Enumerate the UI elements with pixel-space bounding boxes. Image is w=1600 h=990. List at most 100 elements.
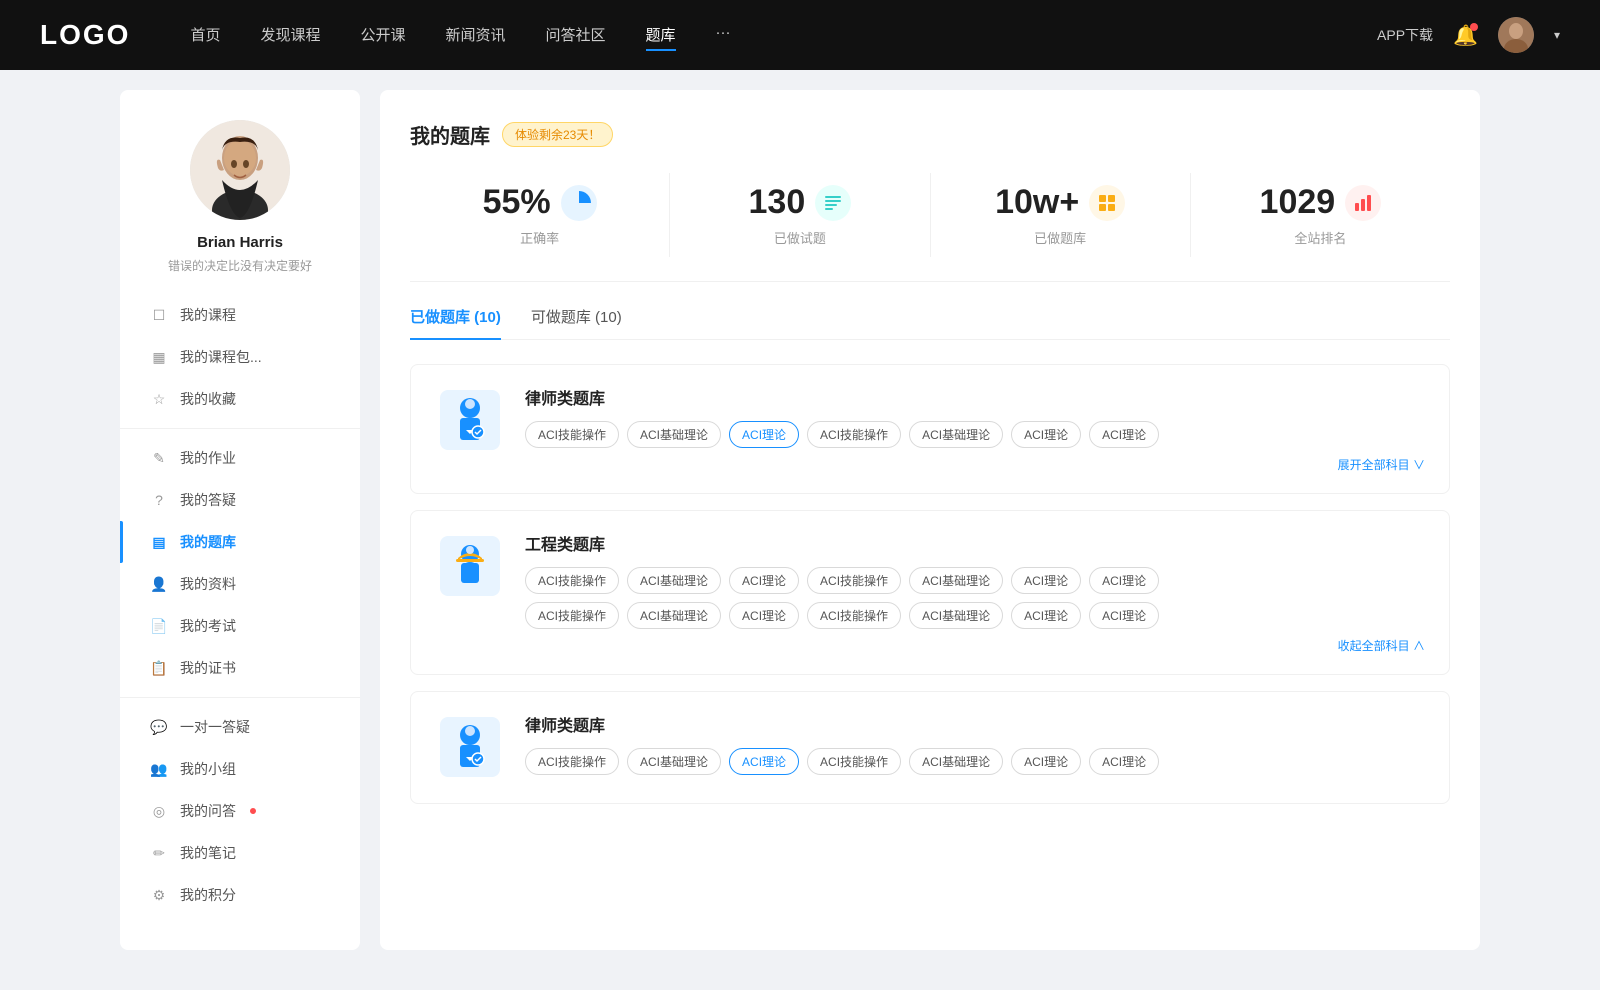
qbank-title-engineer: 工程类题库	[525, 531, 1425, 555]
ranking-icon	[1345, 185, 1381, 221]
sidebar-item-answers[interactable]: ◎ 我的问答	[120, 790, 360, 832]
tag-item[interactable]: ACI技能操作	[525, 748, 619, 775]
sidebar-menu: ☐ 我的课程 ▦ 我的课程包... ☆ 我的收藏 ✎ 我的作业 ? 我的答疑 ▤	[120, 294, 360, 916]
tag-item[interactable]: ACI理论	[1089, 602, 1159, 629]
ranking-value: 1029	[1260, 183, 1336, 222]
top-navigation: LOGO 首页 发现课程 公开课 新闻资讯 问答社区 题库 ··· APP下载 …	[0, 0, 1600, 70]
qbank-icon-engineer	[435, 531, 505, 601]
star-icon: ☆	[150, 390, 168, 408]
trial-badge: 体验剩余23天！	[502, 122, 613, 147]
user-avatar-nav[interactable]	[1498, 17, 1534, 53]
tag-item[interactable]: ACI技能操作	[807, 602, 901, 629]
sidebar-item-course-pkg[interactable]: ▦ 我的课程包...	[120, 336, 360, 378]
sidebar-item-group[interactable]: 👥 我的小组	[120, 748, 360, 790]
stat-accuracy: 55% 正确率	[410, 173, 670, 257]
tag-item[interactable]: ACI技能操作	[525, 602, 619, 629]
main-layout: Brian Harris 错误的决定比没有决定要好 ☐ 我的课程 ▦ 我的课程包…	[100, 70, 1500, 950]
tag-item[interactable]: ACI理论	[1011, 421, 1081, 448]
lawyer-icon-2	[440, 717, 500, 777]
notification-bell[interactable]: 🔔	[1453, 23, 1478, 48]
tag-item[interactable]: ACI理论	[1089, 567, 1159, 594]
tag-item[interactable]: ACI理论	[1011, 567, 1081, 594]
nav-right: APP下载 🔔 ▾	[1377, 17, 1560, 53]
sidebar-item-homework[interactable]: ✎ 我的作业	[120, 437, 360, 479]
stat-val-row: 1029	[1211, 183, 1430, 222]
doc-icon: 📄	[150, 617, 168, 635]
sidebar-item-qa[interactable]: ? 我的答疑	[120, 479, 360, 521]
tags-row-engineer-2: ACI技能操作 ACI基础理论 ACI理论 ACI技能操作 ACI基础理论 AC…	[525, 602, 1425, 629]
sidebar-item-course[interactable]: ☐ 我的课程	[120, 294, 360, 336]
tag-item[interactable]: ACI基础理论	[909, 421, 1003, 448]
tag-item[interactable]: ACI理论	[1011, 748, 1081, 775]
qbank-body-lawyer-2: 律师类题库 ACI技能操作 ACI基础理论 ACI理论 ACI技能操作 ACI基…	[525, 712, 1425, 783]
tag-item-active[interactable]: ACI理论	[729, 748, 799, 775]
user-name: Brian Harris	[197, 234, 283, 251]
qbank-icon-lawyer	[435, 385, 505, 455]
sidebar-item-cert[interactable]: 📋 我的证书	[120, 647, 360, 689]
sidebar-item-one-on-one[interactable]: 💬 一对一答疑	[120, 706, 360, 748]
page-title-row: 我的题库 体验剩余23天！	[410, 120, 1450, 149]
sidebar-item-label: 我的考试	[180, 616, 236, 636]
tag-item[interactable]: ACI技能操作	[525, 567, 619, 594]
tag-item[interactable]: ACI理论	[1089, 748, 1159, 775]
tag-item[interactable]: ACI基础理论	[627, 602, 721, 629]
tag-item[interactable]: ACI技能操作	[525, 421, 619, 448]
nav-open[interactable]: 公开课	[360, 20, 405, 51]
qbank-card-engineer: 工程类题库 ACI技能操作 ACI基础理论 ACI理论 ACI技能操作 ACI基…	[410, 510, 1450, 675]
user-dropdown-arrow[interactable]: ▾	[1554, 28, 1560, 42]
cert-icon: 📋	[150, 659, 168, 677]
sidebar-item-notes[interactable]: ✏ 我的笔记	[120, 832, 360, 874]
nav-news[interactable]: 新闻资讯	[446, 20, 506, 51]
tab-done-banks[interactable]: 已做题库 (10)	[410, 306, 501, 339]
tag-item[interactable]: ACI基础理论	[909, 602, 1003, 629]
tag-item[interactable]: ACI技能操作	[807, 748, 901, 775]
tag-item[interactable]: ACI理论	[1011, 602, 1081, 629]
pie-chart-icon	[563, 187, 595, 219]
file-icon: ☐	[150, 306, 168, 324]
sidebar-item-label: 我的作业	[180, 448, 236, 468]
stat-ranking: 1029 全站排名	[1191, 173, 1450, 257]
nav-home[interactable]: 首页	[190, 20, 220, 51]
expand-all-link[interactable]: 展开全部科目 ∨	[525, 456, 1425, 473]
sidebar-item-profile[interactable]: 👤 我的资料	[120, 563, 360, 605]
sidebar: Brian Harris 错误的决定比没有决定要好 ☐ 我的课程 ▦ 我的课程包…	[120, 90, 360, 950]
nav-discover[interactable]: 发现课程	[260, 20, 320, 51]
tag-item-active[interactable]: ACI理论	[729, 421, 799, 448]
tag-item[interactable]: ACI技能操作	[807, 567, 901, 594]
tabs-row: 已做题库 (10) 可做题库 (10)	[410, 306, 1450, 340]
sidebar-item-label: 我的资料	[180, 574, 236, 594]
done-banks-label: 已做题库	[951, 228, 1170, 247]
sidebar-item-exam[interactable]: 📄 我的考试	[120, 605, 360, 647]
done-questions-icon	[815, 185, 851, 221]
app-download[interactable]: APP下载	[1377, 25, 1433, 45]
nav-qa[interactable]: 问答社区	[546, 20, 606, 51]
tag-item[interactable]: ACI基础理论	[627, 748, 721, 775]
tag-item[interactable]: ACI基础理论	[627, 421, 721, 448]
collapse-all-link[interactable]: 收起全部科目 ∧	[525, 637, 1425, 654]
tag-item[interactable]: ACI技能操作	[807, 421, 901, 448]
tag-item[interactable]: ACI基础理论	[909, 748, 1003, 775]
sidebar-item-label: 我的题库	[180, 532, 236, 552]
tag-item[interactable]: ACI基础理论	[627, 567, 721, 594]
tag-item[interactable]: ACI理论	[729, 567, 799, 594]
done-questions-value: 130	[749, 183, 806, 222]
sidebar-item-collection[interactable]: ☆ 我的收藏	[120, 378, 360, 420]
stat-val-row: 55%	[430, 183, 649, 222]
sidebar-item-label: 我的答疑	[180, 490, 236, 510]
tag-item[interactable]: ACI基础理论	[909, 567, 1003, 594]
qbank-body-lawyer-1: 律师类题库 ACI技能操作 ACI基础理论 ACI理论 ACI技能操作 ACI基…	[525, 385, 1425, 473]
question-icon: ?	[150, 491, 168, 509]
bar-chart-icon	[1353, 193, 1373, 213]
nav-qbank[interactable]: 题库	[646, 20, 676, 51]
avatar-image-icon	[190, 120, 290, 220]
nav-more[interactable]: ···	[716, 20, 731, 51]
qbank-body-engineer: 工程类题库 ACI技能操作 ACI基础理论 ACI理论 ACI技能操作 ACI基…	[525, 531, 1425, 654]
sidebar-item-points[interactable]: ⚙ 我的积分	[120, 874, 360, 916]
qbank-card-lawyer-2: 律师类题库 ACI技能操作 ACI基础理论 ACI理论 ACI技能操作 ACI基…	[410, 691, 1450, 804]
lawyer-icon	[440, 390, 500, 450]
tab-available-banks[interactable]: 可做题库 (10)	[531, 306, 622, 339]
tag-item[interactable]: ACI理论	[729, 602, 799, 629]
tag-item[interactable]: ACI理论	[1089, 421, 1159, 448]
notification-badge	[1470, 23, 1478, 31]
sidebar-item-qbank[interactable]: ▤ 我的题库	[120, 521, 360, 563]
